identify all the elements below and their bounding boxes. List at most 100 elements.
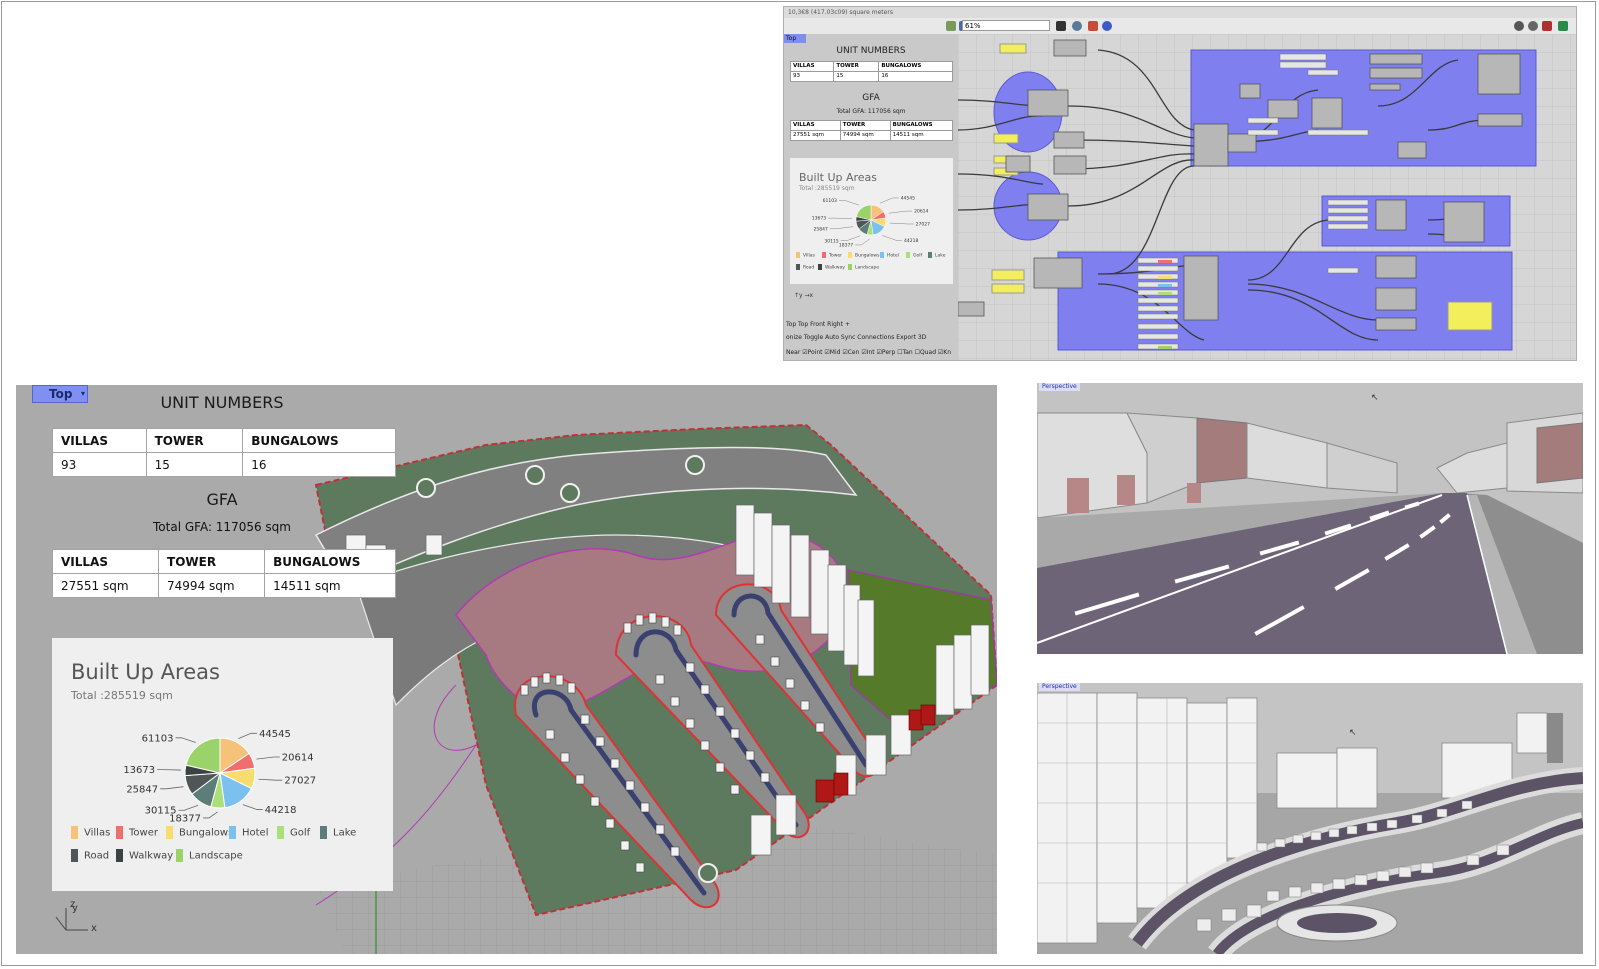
pie-leader-line [882, 235, 903, 241]
pie-leader-line [840, 235, 861, 241]
perspective-viewport-aerial[interactable]: Perspective ↖ [1037, 683, 1583, 954]
legend-swatch [880, 252, 884, 258]
pie-data-label: 18377 [839, 243, 853, 249]
chart-subtitle: Total :285519 sqm [71, 689, 173, 702]
legend-swatch [818, 264, 822, 270]
legend-label: Landscape [189, 850, 243, 862]
legend-label: Road [803, 265, 815, 271]
globe-icon[interactable] [1102, 21, 1112, 31]
mini-view-tab-label: Top [786, 35, 797, 42]
mini-chart-legend: Villas Tower Bungalows Hotel Golf Lake Road Wal… [796, 252, 950, 282]
legend-item-tower: Tower [116, 826, 158, 839]
unit-numbers-title: UNIT NUMBERS [160, 393, 284, 412]
gfa-title: GFA [206, 490, 238, 509]
chart-legend: Villas Tower Bungalows Hotel Golf Lake Road Wal… [71, 826, 391, 886]
gfa-table: VILLAS TOWER BUNGALOWS 27551 sqm 74994 s… [51, 549, 396, 598]
legend-swatch [906, 252, 910, 258]
pie-data-label: 61103 [142, 733, 174, 744]
render-icon[interactable] [1542, 21, 1552, 31]
legend-item-landscape: Landscape [848, 264, 879, 271]
pie-leader-line [258, 778, 283, 781]
legend-label: Villas [84, 827, 111, 839]
rhino-top-viewport[interactable]: y z x Top ▾ UNIT NUMBERS VILLAS TOWER BUN… [16, 385, 997, 954]
mini-view-tab[interactable]: Top [784, 34, 806, 43]
mini-gfa-header: VILLAS [790, 120, 841, 131]
legend-swatch [71, 826, 78, 839]
sphere-icon[interactable] [1514, 21, 1524, 31]
legend-swatch [166, 826, 173, 839]
legend-label: Villas [803, 253, 815, 259]
pie-leader-line [256, 756, 280, 760]
mini-gfa-total: Total GFA: 117056 sqm [836, 108, 906, 115]
legend-item-road: Road [796, 264, 814, 271]
mini-gfa-table: VILLAS TOWER BUNGALOWS 27551 sqm 74994 s… [790, 120, 954, 141]
legend-item-landscape: Landscape [176, 849, 243, 862]
units-value-tower: 15 [145, 452, 244, 477]
legend-item-villas: Villas [71, 826, 110, 839]
component-group[interactable] [1057, 251, 1513, 351]
legend-label: Bungalows [855, 253, 880, 259]
panel-component[interactable] [1447, 301, 1493, 331]
zoom-value: 61% [965, 22, 981, 30]
pie-leader-line [202, 811, 218, 819]
osnap-bar[interactable]: Near ☑Point ☑Mid ☑Cen ☑Int ☑Perp ☐Tan ☐Q… [786, 349, 951, 356]
pie-data-label: 44218 [904, 238, 918, 244]
mini-chart-card: Built Up Areas Total :285519 sqm 44545 20… [790, 158, 953, 284]
pie-data-label: 30115 [824, 238, 838, 244]
save-icon[interactable] [946, 21, 956, 31]
units-header-villas: VILLAS [52, 428, 147, 453]
legend-label: Lake [333, 827, 357, 839]
perspective-tab-bottom[interactable]: Perspective [1039, 683, 1080, 691]
legend-item-walkway: Walkway [116, 849, 173, 862]
legend-label: Walkway [825, 265, 845, 271]
mini-units-header: TOWER [833, 61, 880, 72]
mesh-icon[interactable] [1528, 21, 1538, 31]
view-tabs-strip[interactable]: Top Top Front Right + [786, 321, 850, 328]
mini-top-viewport: Top UNIT NUMBERS VILLAS TOWER BUNGALOWS … [784, 34, 958, 360]
gfa-header-bungalows: BUNGALOWS [264, 549, 396, 574]
mini-chart-title: Built Up Areas [799, 171, 878, 184]
legend-swatch [116, 826, 123, 839]
pie-data-label: 20614 [914, 209, 928, 215]
pie-data-label: 25847 [126, 784, 158, 795]
mini-gfa-cell: 74994 sqm [839, 130, 891, 141]
legend-swatch [848, 252, 852, 258]
perspective-tab-top[interactable]: Perspective [1039, 383, 1080, 391]
legend-swatch [848, 264, 852, 270]
legend-item-lake: Lake [320, 826, 356, 839]
legend-item-road: Road [71, 849, 109, 862]
units-value-villas: 93 [52, 452, 147, 477]
legend-swatch [796, 264, 800, 270]
pie-data-label: 61103 [823, 198, 837, 204]
pie-data-label: 13673 [812, 216, 826, 222]
pie-data-label: 44218 [265, 805, 297, 816]
pie-leader-line [160, 786, 184, 790]
pie-leader-line [175, 737, 196, 743]
legend-item-bungalows: Bungalows [166, 826, 233, 839]
legend-swatch [71, 849, 78, 862]
legend-swatch [229, 826, 236, 839]
pie-leader-line [888, 210, 913, 214]
mini-units-cell: 15 [833, 71, 880, 82]
bake-icon[interactable] [1558, 21, 1568, 31]
legend-item-lake: Lake [928, 252, 945, 259]
legend-label: Walkway [129, 850, 174, 862]
preview-icon[interactable] [1056, 21, 1066, 31]
pie-data-label: 27027 [284, 776, 316, 787]
brush-icon[interactable] [1088, 21, 1098, 31]
pie-leader-line [238, 732, 258, 739]
eye-icon[interactable] [1072, 21, 1082, 31]
axis-x-label: x [91, 923, 97, 934]
gfa-value-villas: 27551 sqm [51, 573, 160, 598]
legend-label: Landscape [855, 265, 880, 271]
cursor-icon: ↖ [1371, 393, 1379, 403]
mini-units-cell: 16 [878, 71, 953, 82]
chart-title: Built Up Areas [71, 660, 220, 684]
grasshopper-canvas[interactable] [958, 34, 1577, 361]
legend-swatch [822, 252, 826, 258]
rhino-command-toolbar[interactable]: onize Toggle Auto Sync Connections Expor… [786, 334, 926, 341]
legend-label: Road [84, 850, 110, 862]
zoom-select[interactable]: 61% [962, 20, 1050, 31]
legend-label: Tower [129, 827, 158, 839]
perspective-viewport-street[interactable]: Perspective ↖ [1037, 383, 1583, 654]
